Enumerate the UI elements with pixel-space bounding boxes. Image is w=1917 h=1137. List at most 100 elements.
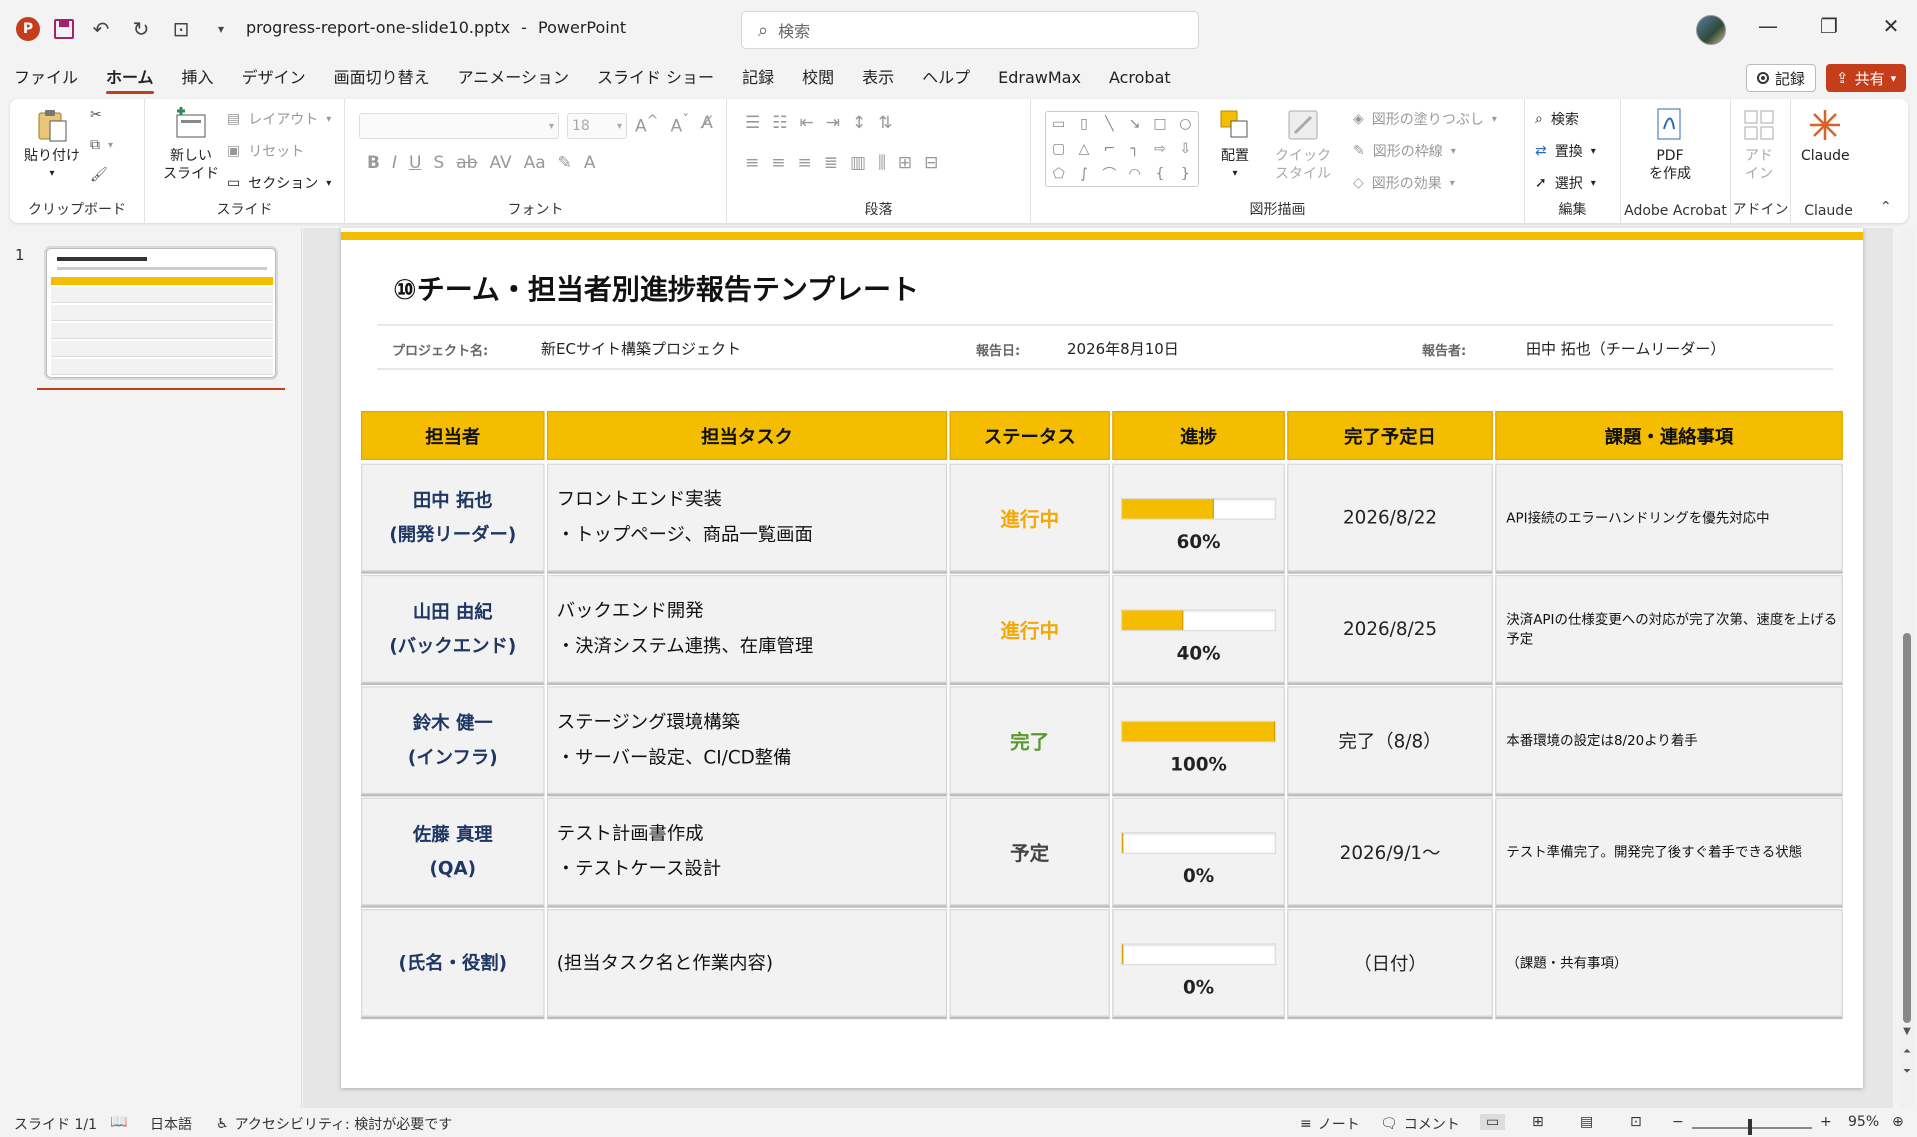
- due-date-cell[interactable]: 2026/8/22: [1287, 463, 1493, 572]
- tab-8[interactable]: 校閲: [788, 60, 848, 96]
- quick-style-button[interactable]: クイック スタイル: [1275, 107, 1331, 183]
- person-cell[interactable]: (氏名・役割): [361, 909, 545, 1017]
- tab-5[interactable]: アニメーション: [444, 60, 583, 96]
- tab-1[interactable]: ホーム: [92, 60, 168, 96]
- change-case-icon[interactable]: Aa: [524, 153, 546, 173]
- decrease-indent-icon[interactable]: ⇤: [800, 113, 814, 133]
- search-input[interactable]: ⌕ 検索: [741, 11, 1199, 49]
- slideshow-icon[interactable]: ⊡: [1630, 1114, 1642, 1130]
- person-cell[interactable]: 鈴木 健一 (インフラ): [361, 686, 545, 794]
- accessibility-indicator[interactable]: ♿ アクセシビリティ: 検討が必要です: [216, 1114, 452, 1134]
- line-spacing-icon[interactable]: ↕: [852, 113, 866, 133]
- grow-font-icon[interactable]: A^: [635, 113, 659, 137]
- connector-shape-icon[interactable]: ⌐: [1103, 141, 1115, 157]
- align-left-icon[interactable]: ≡: [745, 153, 759, 173]
- status-cell[interactable]: 進行中: [949, 463, 1110, 572]
- bullets-icon[interactable]: ☰: [745, 113, 760, 133]
- progress-cell[interactable]: 60%: [1112, 463, 1285, 572]
- issue-cell[interactable]: 本番環境の設定は8/20より着手: [1495, 686, 1843, 794]
- normal-view-icon[interactable]: ▭: [1480, 1114, 1506, 1130]
- textbox-shape-icon[interactable]: ▭: [1052, 116, 1065, 132]
- bold-icon[interactable]: B: [367, 153, 380, 173]
- previous-slide-icon[interactable]: ⏶: [1900, 1046, 1914, 1057]
- status-cell[interactable]: 進行中: [949, 574, 1110, 683]
- tab-3[interactable]: デザイン: [228, 60, 320, 96]
- progress-cell[interactable]: 0%: [1112, 797, 1285, 906]
- collapse-ribbon-icon[interactable]: ⌃: [1880, 199, 1892, 215]
- shrink-font-icon[interactable]: Aˇ: [671, 113, 690, 137]
- vertical-scrollbar[interactable]: ▼ ⏶ ⏷: [1900, 228, 1914, 1108]
- reporter-value[interactable]: 田中 拓也（チームリーダー）: [1526, 338, 1725, 359]
- justify-icon[interactable]: ≣: [824, 153, 838, 173]
- task-cell[interactable]: バックエンド開発 ・決済システム連携、在庫管理: [546, 574, 948, 683]
- scroll-down-icon[interactable]: ▼: [1900, 1026, 1914, 1037]
- project-value[interactable]: 新ECサイト構築プロジェクト: [541, 338, 741, 359]
- spellcheck-icon[interactable]: 📖: [110, 1114, 127, 1130]
- slide-sorter-icon[interactable]: ⊞: [1532, 1114, 1544, 1130]
- shadow-icon[interactable]: S: [433, 153, 444, 173]
- task-cell[interactable]: テスト計画書作成 ・テストケース設計: [546, 797, 948, 906]
- triangle-shape-icon[interactable]: △: [1079, 141, 1090, 157]
- scrollbar-thumb[interactable]: [1903, 633, 1911, 1023]
- due-date-cell[interactable]: 完了（8/8）: [1287, 686, 1493, 794]
- align-center-icon[interactable]: ≡: [771, 153, 785, 173]
- customize-quick-access-icon[interactable]: ▾: [208, 22, 234, 36]
- next-slide-icon[interactable]: ⏷: [1900, 1066, 1914, 1077]
- avatar[interactable]: [1696, 15, 1726, 45]
- due-date-cell[interactable]: 2026/8/25: [1287, 574, 1493, 683]
- reset-button[interactable]: ▣ リセット: [227, 141, 304, 161]
- tab-10[interactable]: ヘルプ: [908, 60, 984, 96]
- increase-indent-icon[interactable]: ⇥: [826, 113, 840, 133]
- date-value[interactable]: 2026年8月10日: [1067, 338, 1179, 359]
- tab-6[interactable]: スライド ショー: [583, 60, 728, 96]
- rectangle-shape-icon[interactable]: □: [1153, 116, 1166, 132]
- align-text-icon[interactable]: ⊞: [898, 153, 912, 173]
- clear-format-icon[interactable]: A̸: [701, 113, 713, 137]
- present-icon[interactable]: ⊡: [168, 17, 194, 41]
- progress-cell[interactable]: 100%: [1112, 686, 1285, 794]
- person-cell[interactable]: 山田 由紀 (バックエンド): [361, 574, 545, 683]
- fit-to-window-icon[interactable]: ⊕: [1892, 1114, 1904, 1130]
- replace-button[interactable]: ⇄ 置換 ▾: [1535, 141, 1596, 161]
- undo-icon[interactable]: ↶: [88, 17, 114, 41]
- issue-cell[interactable]: テスト準備完了。開発完了後すぐ着手できる状態: [1495, 797, 1843, 906]
- task-cell[interactable]: フロントエンド実装 ・トップページ、商品一覧画面: [546, 463, 948, 572]
- font-size-select[interactable]: 18 ▾: [567, 113, 627, 139]
- due-date-cell[interactable]: （日付）: [1287, 909, 1493, 1017]
- issue-cell[interactable]: 決済APIの仕様変更への対応が完了次第、速度を上げる予定: [1495, 574, 1843, 683]
- restore-icon[interactable]: ❐: [1806, 14, 1852, 38]
- create-pdf-button[interactable]: PDF を作成: [1649, 107, 1691, 183]
- align-right-icon[interactable]: ≡: [798, 153, 812, 173]
- flowchart-shape-icon[interactable]: ⬠: [1053, 166, 1065, 182]
- rounded-rect-shape-icon[interactable]: ▢: [1052, 141, 1065, 157]
- left-brace-shape-icon[interactable]: {: [1156, 166, 1165, 182]
- redo-icon[interactable]: ↻: [128, 17, 154, 41]
- slide-title[interactable]: ⑩チーム・担当者別進捗報告テンプレート: [393, 268, 919, 308]
- status-cell[interactable]: [949, 909, 1110, 1017]
- due-date-cell[interactable]: 2026/9/1～: [1287, 797, 1493, 906]
- status-cell[interactable]: 完了: [949, 686, 1110, 794]
- issue-cell[interactable]: （課題・共有事項）: [1495, 909, 1843, 1017]
- paste-button[interactable]: 貼り付け ▾: [24, 107, 80, 183]
- strikethrough-icon[interactable]: ab: [456, 153, 477, 173]
- font-color-icon[interactable]: A: [584, 153, 596, 173]
- tab-9[interactable]: 表示: [848, 60, 908, 96]
- arc-shape-icon[interactable]: ◠: [1129, 166, 1141, 182]
- oval-shape-icon[interactable]: ○: [1179, 116, 1191, 132]
- task-cell[interactable]: ステージング環境構築 ・サーバー設定、CI/CD整備: [546, 686, 948, 794]
- slide-thumbnail[interactable]: [46, 248, 276, 378]
- progress-cell[interactable]: 40%: [1112, 574, 1285, 683]
- shape-outline-button[interactable]: ✎ 図形の枠線 ▾: [1353, 141, 1456, 161]
- select-button[interactable]: ➚ 選択 ▾: [1535, 173, 1596, 193]
- font-family-select[interactable]: ▾: [359, 113, 559, 139]
- tab-4[interactable]: 画面切り替え: [320, 60, 444, 96]
- shape-fill-button[interactable]: ◈ 図形の塗りつぶし ▾: [1353, 109, 1497, 129]
- section-button[interactable]: ▭ セクション ▾: [227, 173, 331, 193]
- zoom-level[interactable]: 95%: [1848, 1114, 1879, 1130]
- tab-12[interactable]: Acrobat: [1095, 60, 1185, 96]
- italic-icon[interactable]: I: [392, 153, 397, 173]
- close-icon[interactable]: ✕: [1868, 14, 1914, 38]
- right-brace-shape-icon[interactable]: }: [1181, 166, 1190, 182]
- share-button[interactable]: ⇪ 共有 ▾: [1826, 64, 1907, 92]
- format-painter-icon[interactable]: 🖌: [90, 167, 108, 183]
